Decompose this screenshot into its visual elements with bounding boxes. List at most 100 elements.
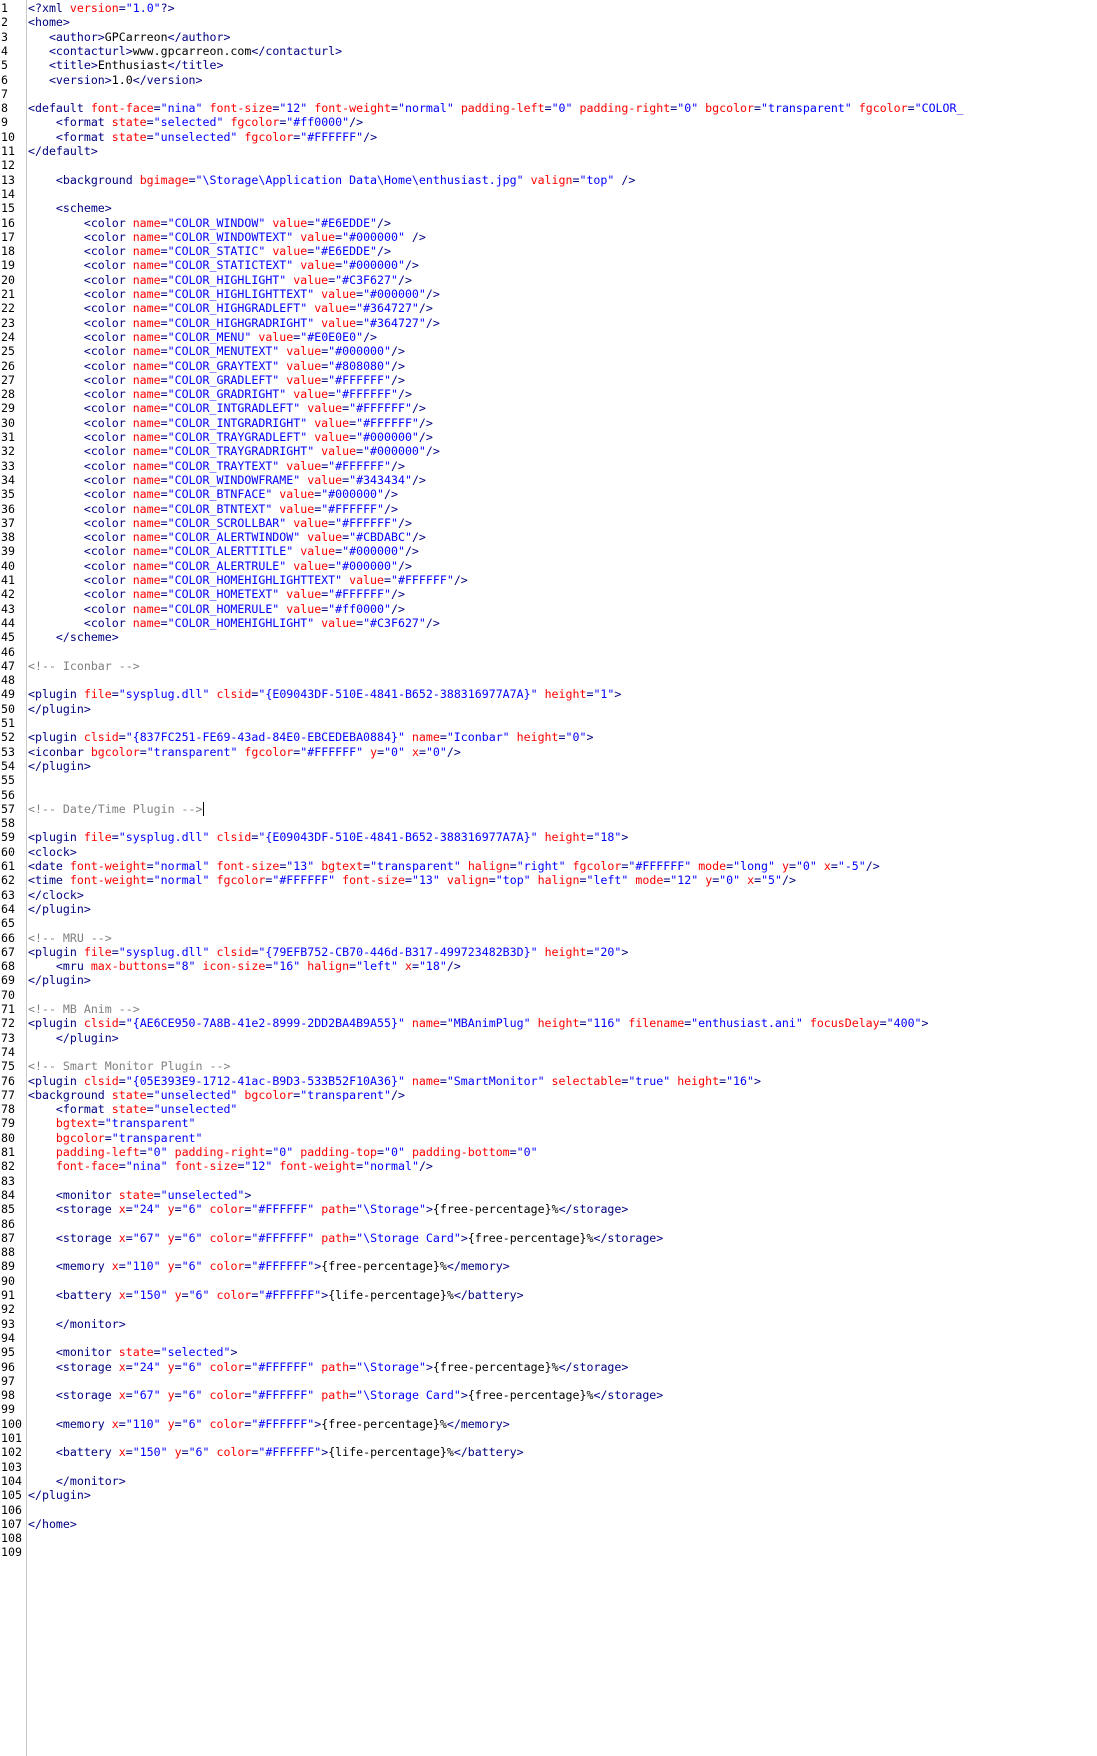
token: {free-percentage}% <box>467 1230 594 1245</box>
code-line[interactable]: 109 <box>0 1544 1097 1560</box>
token: /> <box>391 1087 405 1102</box>
token: </plugin> <box>28 1030 119 1045</box>
token: = <box>160 544 168 559</box>
token: /> <box>404 229 426 244</box>
token: "0" <box>565 730 587 745</box>
token: font-size <box>174 1159 238 1174</box>
token: name <box>132 287 161 301</box>
token: <!-- Date/Time Plugin --> <box>28 801 203 816</box>
token: /> <box>404 258 419 273</box>
token: clsid <box>83 1016 119 1031</box>
token: "#FFFFFF" <box>258 1288 322 1302</box>
token: name <box>132 587 161 602</box>
token: "#FFFFFF" <box>335 387 398 402</box>
token: state <box>111 1087 147 1102</box>
token: = <box>160 501 168 516</box>
token: name <box>132 401 161 416</box>
token: padding-top <box>300 1145 378 1159</box>
token: = <box>160 215 168 230</box>
token: > <box>621 830 629 845</box>
token: "COLOR_ALERTWINDOW" <box>167 530 308 545</box>
token: <storage <box>28 1230 119 1245</box>
token: "0" <box>384 744 412 759</box>
token: "COLOR_ALERTRULE" <box>167 558 294 573</box>
token: "0" <box>384 1145 412 1159</box>
token: "13" <box>411 873 447 888</box>
token: <plugin <box>28 1073 84 1088</box>
token: name <box>132 601 161 616</box>
token: icon-size <box>202 959 266 974</box>
token: "COLOR_HIGHGRADLEFT" <box>167 301 315 316</box>
token: <format <box>28 115 112 130</box>
token: = <box>160 401 168 416</box>
token: "top" <box>579 172 615 187</box>
token: <battery <box>28 1288 119 1302</box>
token: path <box>321 1202 350 1217</box>
token: "#FFFFFF" <box>251 1359 322 1374</box>
token: </memory> <box>446 1259 510 1274</box>
token: "150" <box>132 1288 175 1302</box>
token: <time <box>28 873 70 888</box>
token: path <box>321 1388 350 1403</box>
token: <contacturl> <box>28 43 133 58</box>
token: "#FFFFFF" <box>321 501 385 516</box>
token: /> <box>865 859 880 873</box>
token: </plugin> <box>28 701 91 716</box>
token: {life-percentage}% <box>328 1288 454 1302</box>
token: = <box>174 1359 182 1374</box>
token: "0" <box>272 1145 301 1159</box>
token: name <box>411 730 440 745</box>
token: value <box>286 587 322 602</box>
token: "MBAnimPlug" <box>446 1016 538 1031</box>
token: /> <box>446 744 461 759</box>
token: padding-left <box>55 1145 140 1159</box>
token: = <box>139 1145 147 1159</box>
token: color <box>209 1416 245 1431</box>
token: = <box>160 344 168 359</box>
token: "#FFFFFF" <box>251 1202 322 1217</box>
token: = <box>544 101 552 116</box>
token: y <box>167 1202 175 1217</box>
token: "COLOR_MENUTEXT" <box>167 344 287 359</box>
token: = <box>579 873 587 888</box>
token: = <box>488 873 496 888</box>
code-editor[interactable]: 1 <?xml version="1.0"?> 2 <home> 3 <author>G… <box>0 0 1097 1756</box>
token: = <box>356 615 364 630</box>
token: font-weight <box>69 859 147 873</box>
token: = <box>907 101 915 116</box>
line-number: 109 <box>1 1545 22 1560</box>
token: = <box>754 101 762 116</box>
token: </plugin> <box>28 1488 91 1503</box>
token: = <box>160 315 168 330</box>
token: = <box>146 859 154 873</box>
token: GPCarreon <box>104 29 168 44</box>
token: = <box>125 1288 133 1302</box>
token: </plugin> <box>28 758 91 773</box>
token: <plugin <box>28 1016 84 1031</box>
token: "COLOR_TRAYTEXT" <box>167 458 287 473</box>
token: = <box>125 1202 133 1217</box>
token: <iconbar <box>28 744 91 759</box>
token: = <box>160 287 168 301</box>
token: value <box>293 558 329 573</box>
token: "#FFFFFF" <box>390 573 454 587</box>
token: "12" <box>244 1159 280 1174</box>
token: state <box>111 115 147 130</box>
token: "6" <box>188 1445 217 1460</box>
token: <!-- MB Anim --> <box>28 1002 140 1016</box>
token: "16" <box>726 1073 754 1088</box>
token: = <box>830 859 838 873</box>
token: "left" <box>586 873 636 888</box>
token: = <box>509 1145 517 1159</box>
token: "#C3F627" <box>363 615 426 630</box>
token: "normal" <box>363 1159 419 1174</box>
token: = <box>118 1016 126 1031</box>
token: "#FFFFFF" <box>349 401 412 416</box>
token: color <box>209 1259 245 1274</box>
token: bgtext <box>321 859 364 873</box>
token: > <box>621 944 629 959</box>
token: = <box>160 587 168 602</box>
token: name <box>132 558 161 573</box>
token: = <box>174 1230 182 1245</box>
token: = <box>377 1145 385 1159</box>
